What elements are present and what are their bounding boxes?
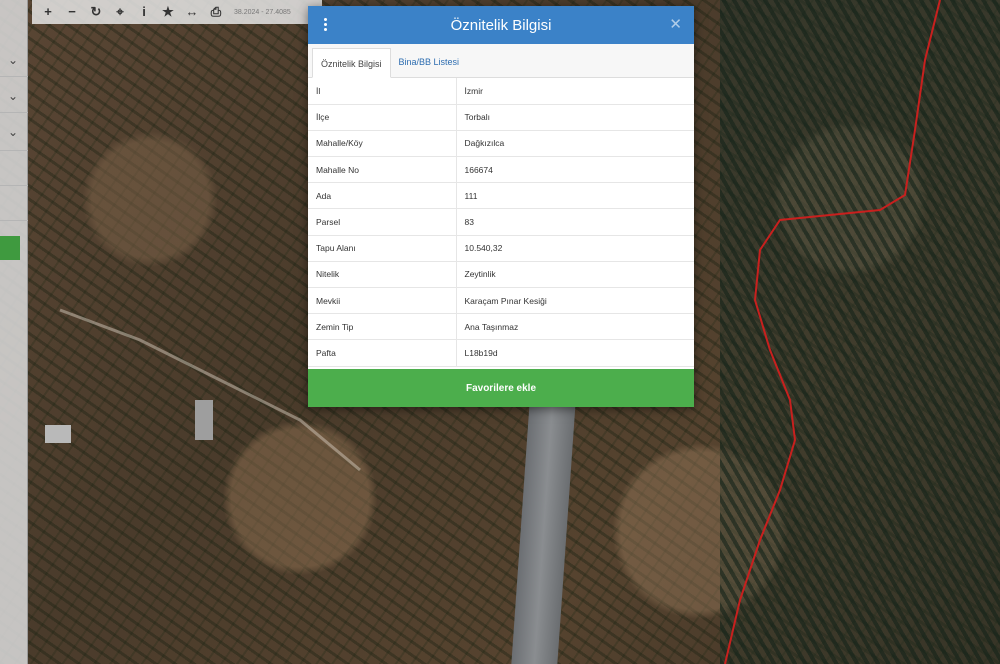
attribute-info-modal: Öznitelik Bilgisi ✕ Öznitelik Bilgisi Bi…: [308, 6, 694, 407]
side-panel[interactable]: ⌄ ⌄ ⌄: [0, 0, 28, 664]
row-value: 111: [456, 182, 694, 210]
divider: [0, 76, 28, 77]
attribute-table: İl İzmir İlçe Torbalı Mahalle/Köy Dağkızılc…: [308, 78, 694, 367]
modal-title: Öznitelik Bilgisi: [450, 16, 552, 34]
chevron-down-icon[interactable]: ⌄: [4, 84, 24, 108]
row-key: Zemin Tip: [308, 313, 457, 341]
table-row: İlçe Torbalı: [308, 104, 694, 131]
star-icon[interactable]: ★: [156, 1, 180, 23]
tab-building-list[interactable]: Bina/BB Listesi: [391, 47, 468, 77]
refresh-icon[interactable]: ↻: [84, 1, 108, 23]
divider: [0, 220, 28, 221]
row-value: Zeytinlik: [456, 261, 694, 289]
table-row: Mahalle No 166674: [308, 156, 694, 184]
table-row: Zemin Tip Ana Taşınmaz: [308, 313, 694, 341]
row-key: İl: [308, 78, 457, 105]
minus-icon[interactable]: −: [60, 1, 84, 23]
row-value: 10.540,32: [456, 235, 694, 262]
table-row: Pafta L18b19d: [308, 339, 694, 367]
table-row: Ada 111: [308, 182, 694, 210]
table-row: Nitelik Zeytinlik: [308, 261, 694, 289]
divider: [0, 112, 28, 113]
table-row: Mevkii Karaçam Pınar Kesiği: [308, 287, 694, 315]
row-value: Ana Taşınmaz: [456, 313, 694, 341]
row-key: Mevkii: [308, 287, 457, 315]
row-value: 166674: [456, 156, 694, 184]
tab-bar: Öznitelik Bilgisi Bina/BB Listesi: [308, 44, 694, 78]
building: [45, 425, 71, 443]
table-row: Tapu Alanı 10.540,32: [308, 235, 694, 262]
row-key: Nitelik: [308, 261, 457, 289]
print-icon[interactable]: ⎙: [204, 1, 228, 23]
row-value: Dağkızılca: [456, 130, 694, 158]
building: [195, 400, 213, 440]
locate-icon[interactable]: ⌖: [108, 1, 132, 23]
row-key: İlçe: [308, 104, 457, 131]
divider: [0, 185, 28, 186]
plus-icon[interactable]: +: [36, 1, 60, 23]
row-value: Torbalı: [456, 104, 694, 131]
vertical-dots-icon[interactable]: [322, 16, 328, 34]
row-value: 83: [456, 208, 694, 236]
chevron-down-icon[interactable]: ⌄: [4, 48, 24, 72]
row-key: Mahalle/Köy: [308, 130, 457, 158]
coordinates-readout: 38.2024 - 27.4085: [234, 8, 291, 16]
chevron-down-icon[interactable]: ⌄: [4, 120, 24, 144]
boundary-line: [724, 0, 941, 664]
info-icon[interactable]: i: [132, 1, 156, 23]
row-key: Tapu Alanı: [308, 235, 457, 262]
modal-header: Öznitelik Bilgisi ✕: [308, 6, 694, 44]
add-to-favorites-button[interactable]: Favorilere ekle: [308, 369, 694, 407]
row-key: Parsel: [308, 208, 457, 236]
row-key: Pafta: [308, 339, 457, 367]
map-toolbar: + − ↻ ⌖ i ★ ↔ ⎙ 38.2024 - 27.4085: [32, 0, 322, 24]
active-indicator[interactable]: [0, 236, 20, 260]
measure-icon[interactable]: ↔: [180, 1, 204, 23]
table-row: İl İzmir: [308, 78, 694, 105]
table-row: Parsel 83: [308, 208, 694, 236]
row-value: İzmir: [456, 78, 694, 105]
table-row: Mahalle/Köy Dağkızılca: [308, 130, 694, 158]
row-value: Karaçam Pınar Kesiği: [456, 287, 694, 315]
row-value: L18b19d: [456, 339, 694, 367]
row-key: Ada: [308, 182, 457, 210]
divider: [0, 150, 28, 151]
row-key: Mahalle No: [308, 156, 457, 184]
tab-attribute-info[interactable]: Öznitelik Bilgisi: [312, 48, 391, 78]
close-icon[interactable]: ✕: [669, 15, 682, 33]
